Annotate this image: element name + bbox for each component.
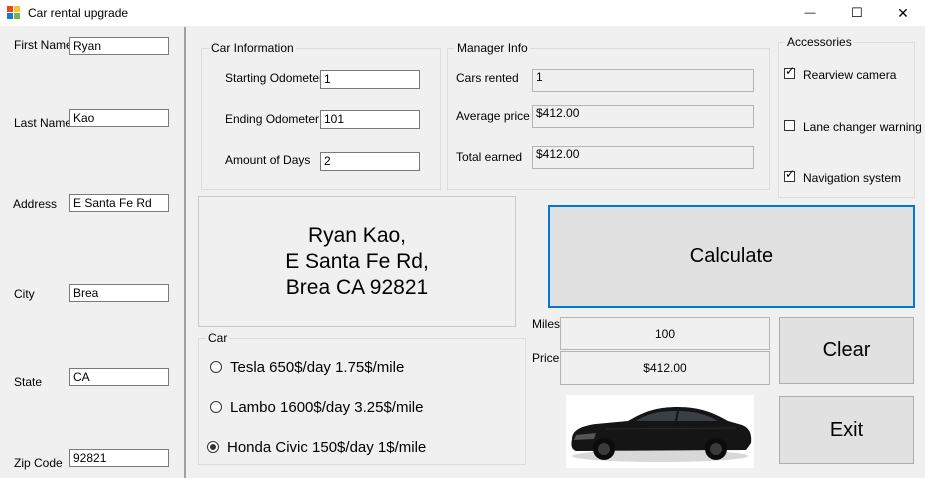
- address-field[interactable]: E Santa Fe Rd: [69, 194, 169, 212]
- starting-odometer-field[interactable]: 1: [320, 70, 420, 89]
- calculate-button[interactable]: Calculate: [548, 205, 915, 308]
- ending-odometer-label: Ending Odometer: [225, 112, 320, 126]
- rearview-camera-checkbox[interactable]: ✓: [784, 64, 796, 79]
- exit-button-label: Exit: [829, 418, 864, 441]
- tesla-radio[interactable]: [210, 361, 222, 373]
- navigation-system-checkbox[interactable]: ✓: [784, 167, 796, 182]
- panel-divider: [184, 27, 186, 478]
- navigation-system-label: Navigation system: [803, 171, 902, 185]
- price-value: $412.00: [560, 351, 770, 385]
- zip-field[interactable]: 92821: [69, 449, 169, 467]
- total-earned-value: $412.00: [532, 146, 754, 169]
- cars-rented-value: 1: [532, 69, 754, 92]
- checkmark-icon: ✓: [785, 64, 796, 78]
- ending-odometer-field[interactable]: 101: [320, 110, 420, 129]
- app-icon: [7, 6, 20, 19]
- city-field[interactable]: Brea: [69, 284, 169, 302]
- calculate-button-label: Calculate: [689, 245, 774, 267]
- first-name-label: First Name: [14, 38, 73, 52]
- clear-button-label: Clear: [822, 339, 871, 361]
- lambo-radio-label: Lambo 1600$/day 3.25$/mile: [230, 399, 424, 416]
- summary-display: Ryan Kao, E Santa Fe Rd, Brea CA 92821: [198, 196, 516, 327]
- maximize-button[interactable]: ☐: [834, 0, 880, 26]
- summary-address-line: E Santa Fe Rd,: [285, 249, 429, 273]
- state-label: State: [14, 375, 43, 389]
- close-icon: ✕: [897, 4, 909, 21]
- cars-rented-label: Cars rented: [456, 71, 519, 85]
- starting-odometer-label: Starting Odometer: [225, 71, 324, 85]
- manager-info-legend: Manager Info: [455, 41, 530, 55]
- last-name-label: Last Name: [14, 116, 73, 130]
- lane-changer-warning-checkbox[interactable]: [784, 120, 795, 131]
- price-label: Price: [532, 351, 560, 365]
- honda-civic-radio-label: Honda Civic 150$/day 1$/mile: [227, 439, 427, 456]
- state-field[interactable]: CA: [69, 368, 169, 386]
- minimize-button[interactable]: —: [787, 0, 833, 26]
- summary-city-line: Brea CA 92821: [285, 275, 429, 299]
- rearview-camera-label: Rearview camera: [803, 68, 897, 82]
- maximize-icon: ☐: [851, 5, 863, 20]
- car-information-legend: Car Information: [209, 41, 296, 55]
- car-image: [566, 395, 754, 468]
- honda-civic-radio[interactable]: [207, 441, 219, 453]
- exit-button[interactable]: Exit: [779, 396, 914, 464]
- lambo-radio[interactable]: [210, 401, 222, 413]
- average-price-value: $412.00: [532, 105, 754, 128]
- accessories-legend: Accessories: [785, 35, 854, 49]
- city-label: City: [14, 287, 35, 301]
- title-bar: Car rental upgrade — ☐ ✕: [0, 0, 925, 26]
- summary-text: Ryan Kao, E Santa Fe Rd, Brea CA 92821: [285, 223, 429, 301]
- amount-of-days-field[interactable]: 2: [320, 152, 420, 171]
- total-earned-label: Total earned: [456, 150, 523, 164]
- radio-selected-dot: [210, 444, 216, 450]
- miles-label: Miles: [532, 317, 561, 331]
- last-name-field[interactable]: Kao: [69, 109, 169, 127]
- zip-label: Zip Code: [14, 456, 63, 470]
- miles-value: 100: [560, 317, 770, 350]
- car-photo-icon: [571, 407, 752, 462]
- tesla-radio-label: Tesla 650$/day 1.75$/mile: [230, 359, 405, 376]
- lane-changer-warning-label: Lane changer warning: [803, 120, 922, 134]
- checkmark-icon: ✓: [785, 167, 796, 181]
- close-button[interactable]: ✕: [880, 0, 925, 26]
- first-name-field[interactable]: Ryan: [69, 37, 169, 55]
- address-label: Address: [13, 197, 58, 211]
- summary-name-line: Ryan Kao,: [307, 223, 407, 247]
- window-title: Car rental upgrade: [28, 6, 129, 20]
- minimize-icon: —: [804, 7, 816, 19]
- clear-button[interactable]: Clear: [779, 317, 914, 384]
- amount-of-days-label: Amount of Days: [225, 153, 311, 167]
- average-price-label: Average price: [456, 109, 530, 123]
- car-legend: Car: [206, 331, 230, 345]
